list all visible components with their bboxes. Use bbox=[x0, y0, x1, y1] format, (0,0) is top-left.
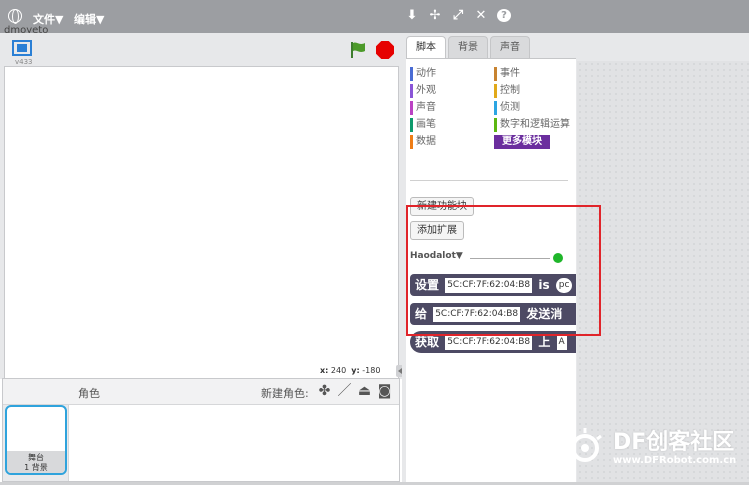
paint-brush-icon[interactable]: ／ bbox=[337, 382, 352, 400]
edit-menu[interactable]: 编辑▼ bbox=[74, 11, 104, 27]
choose-sprite-library-icon[interactable]: ✤ bbox=[317, 382, 332, 400]
palette-divider bbox=[410, 180, 568, 181]
highlight-box bbox=[406, 205, 601, 336]
language-globe-icon[interactable] bbox=[8, 9, 22, 24]
green-flag-icon[interactable] bbox=[350, 41, 366, 59]
presentation-mode-icon[interactable] bbox=[12, 40, 32, 56]
stage-panel: v433 bbox=[0, 33, 402, 393]
stage-thumbnail-caption: 舞台 1 背景 bbox=[7, 451, 65, 473]
stage-thumbnail[interactable]: 舞台 1 背景 bbox=[5, 405, 67, 475]
menu-bar: 文件▼ 编辑▼ ⬇ ✢ ⤢ ✕ ? bbox=[0, 0, 749, 33]
duplicate-icon[interactable]: ⬇ bbox=[405, 9, 419, 23]
watermark: DF创客社区 www.DFRobot.com.cn bbox=[565, 422, 749, 472]
stage-header: v433 bbox=[0, 33, 402, 66]
mouse-coordinates: x: 240 y: -180 bbox=[320, 366, 381, 375]
new-sprite-label: 新建角色: bbox=[261, 387, 309, 400]
tab-sounds[interactable]: 声音 bbox=[490, 36, 530, 58]
stop-sign-icon[interactable] bbox=[376, 41, 394, 59]
attribute-input[interactable]: A bbox=[556, 335, 567, 350]
category-control[interactable]: 控制 bbox=[494, 84, 520, 98]
df-logo-icon bbox=[568, 428, 602, 462]
sprite-title: 角色 bbox=[78, 387, 100, 400]
version-label: v433 bbox=[15, 58, 33, 66]
shrink-icon[interactable]: ✕ bbox=[474, 9, 488, 23]
x-coordinate: 240 bbox=[330, 366, 347, 375]
sprite-header: 角色 新建角色: ✤ ／ ⏏ ◙ bbox=[3, 379, 399, 405]
help-icon[interactable]: ? bbox=[497, 9, 511, 22]
y-coordinate: -180 bbox=[362, 366, 381, 375]
category-looks[interactable]: 外观 bbox=[410, 84, 436, 98]
category-more-blocks[interactable]: 更多模块 bbox=[494, 135, 550, 149]
new-sprite-tools: ✤ ／ ⏏ ◙ bbox=[317, 382, 392, 400]
grow-icon[interactable]: ⤢ bbox=[451, 9, 465, 23]
script-canvas[interactable] bbox=[577, 61, 749, 482]
editor-tabs: 脚本 背景 声音 bbox=[406, 36, 530, 58]
watermark-url: www.DFRobot.com.cn bbox=[613, 455, 737, 466]
cut-icon[interactable]: ✢ bbox=[428, 9, 442, 23]
category-motion[interactable]: 动作 bbox=[410, 67, 436, 81]
category-sound[interactable]: 声音 bbox=[410, 101, 436, 115]
tab-scripts[interactable]: 脚本 bbox=[406, 36, 446, 58]
category-pen[interactable]: 画笔 bbox=[410, 118, 436, 132]
upload-sprite-icon[interactable]: ⏏ bbox=[357, 382, 372, 400]
stage-canvas[interactable] bbox=[4, 66, 399, 393]
category-data[interactable]: 数据 bbox=[410, 135, 436, 149]
toolbar: ⬇ ✢ ⤢ ✕ ? bbox=[405, 9, 511, 23]
tab-backdrops[interactable]: 背景 bbox=[448, 36, 488, 58]
category-operators[interactable]: 数字和逻辑运算 bbox=[494, 118, 570, 132]
category-sensing[interactable]: 侦测 bbox=[494, 101, 520, 115]
watermark-brand: DF创客社区 bbox=[613, 430, 735, 455]
camera-icon[interactable]: ◙ bbox=[377, 382, 392, 400]
mac-address-input[interactable]: 5C:CF:7F:62:04:B8 bbox=[445, 335, 533, 350]
category-events[interactable]: 事件 bbox=[494, 67, 520, 81]
